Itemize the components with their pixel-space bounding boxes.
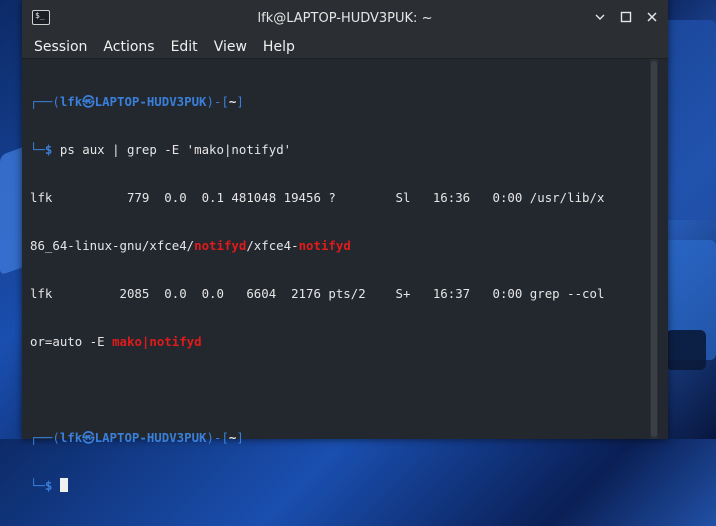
menu-edit[interactable]: Edit <box>163 39 206 55</box>
match-highlight: notifyd <box>298 238 351 253</box>
prompt-frame: └─ <box>30 142 45 157</box>
close-icon[interactable] <box>644 9 660 25</box>
prompt-symbol: $ <box>44 142 53 157</box>
menu-bar: Session Actions Edit View Help <box>22 36 668 59</box>
prompt-user-host: lfk㉿LAPTOP-HUDV3PUK <box>59 94 207 109</box>
output-text: or=auto -E <box>30 334 113 349</box>
title-bar[interactable]: $_ lfk@LAPTOP-HUDV3PUK: ~ <box>22 0 668 36</box>
output-line: 86_64-linux-gnu/xfce4/notifyd/xfce4-noti… <box>30 238 648 254</box>
menu-session[interactable]: Session <box>26 39 95 55</box>
scrollbar-thumb[interactable] <box>651 61 657 437</box>
terminal-app-icon[interactable]: $_ <box>32 10 50 25</box>
command-line: └─$ ps aux | grep -E 'mako|notifyd' <box>30 142 648 158</box>
prompt-symbol: $ <box>44 478 53 493</box>
prompt-frame: ] <box>236 430 244 445</box>
output-line: lfk 779 0.0 0.1 481048 19456 ? Sl 16:36 … <box>30 190 605 205</box>
prompt-frame: )-[ <box>206 94 229 109</box>
output-line: lfk 2085 0.0 0.0 6604 2176 pts/2 S+ 16:3… <box>30 286 605 301</box>
menu-help[interactable]: Help <box>255 39 303 55</box>
prompt-frame: └─ <box>30 478 45 493</box>
output-line: or=auto -E mako|notifyd <box>30 334 648 350</box>
prompt-frame: ] <box>236 94 244 109</box>
match-highlight: mako <box>112 334 142 349</box>
terminal-output[interactable]: ┌──(lfk㉿LAPTOP-HUDV3PUK)-[~] └─$ ps aux … <box>22 59 648 493</box>
prompt-line-top: ┌──(lfk㉿LAPTOP-HUDV3PUK)-[~] <box>30 430 648 446</box>
terminal-window: $_ lfk@LAPTOP-HUDV3PUK: ~ Session Action… <box>22 0 668 493</box>
menu-actions[interactable]: Actions <box>95 39 162 55</box>
prompt-line-top: ┌──(lfk㉿LAPTOP-HUDV3PUK)-[~] <box>30 94 648 110</box>
window-controls <box>592 9 660 25</box>
text-cursor <box>59 478 68 492</box>
match-highlight: notifyd <box>149 334 202 349</box>
prompt-frame: ┌──( <box>30 94 60 109</box>
maximize-icon[interactable] <box>618 9 634 25</box>
prompt-frame: )-[ <box>206 430 229 445</box>
output-text: /xfce4- <box>246 238 299 253</box>
menu-view[interactable]: View <box>206 39 255 55</box>
match-highlight: notifyd <box>194 238 247 253</box>
command-line: └─$ <box>30 478 648 494</box>
command-text: ps aux | grep -E 'mako|notifyd' <box>59 142 292 157</box>
wallpaper-shape <box>666 330 706 370</box>
vertical-scrollbar[interactable] <box>650 59 658 439</box>
prompt-user-host: lfk㉿LAPTOP-HUDV3PUK <box>59 430 207 445</box>
window-title: lfk@LAPTOP-HUDV3PUK: ~ <box>257 10 433 26</box>
prompt-frame: ┌──( <box>30 430 60 445</box>
output-text: 86_64-linux-gnu/xfce4/ <box>30 238 195 253</box>
minimize-icon[interactable] <box>592 9 608 25</box>
